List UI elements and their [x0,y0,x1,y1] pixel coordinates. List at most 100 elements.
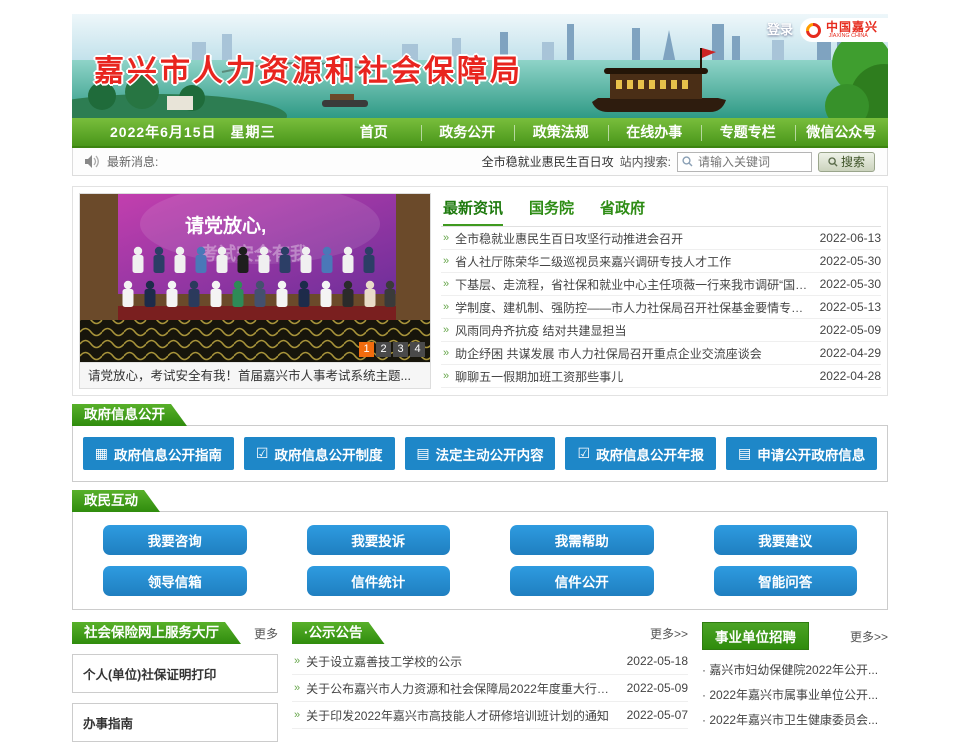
nav-item[interactable]: 专题专栏 [701,118,795,146]
speaker-icon [85,155,99,168]
svg-text:请党放心,: 请党放心, [185,214,266,237]
nav-date: 2022年6月15日星期三 [72,122,327,142]
news-row: » 学制度、建机制、强防控——市人力社保局召开社保基金要情专题学习会 2022-… [441,296,881,319]
interaction-button[interactable]: 信件统计 [307,566,451,596]
jiaxing-logo[interactable]: 中国嘉兴 JIAXING CHINA [800,18,888,42]
news-tab[interactable]: 最新资讯 [443,197,503,226]
announcement-date: 2022-05-07 [627,708,688,722]
announcement-title-link[interactable]: 关于印发2022年嘉兴市高技能人才研修培训班计划的通知 [306,707,616,724]
news-title-link[interactable]: 省人社厅陈荣华二级巡视员来嘉兴调研专技人才工作 [455,253,809,270]
announcement-title-link[interactable]: 关于公布嘉兴市人力资源和社会保障局2022年度重大行政决策事... [306,680,616,697]
carousel-page-button[interactable]: 3 [393,342,408,357]
double-arrow-icon: » [443,255,449,267]
jiaxing-logo-icon [803,19,824,40]
news-title-link[interactable]: 风雨同舟齐抗疫 结对共建显担当 [455,322,809,339]
nav-item[interactable]: 政策法规 [514,118,608,146]
search-icon [828,157,838,167]
carousel-page-button[interactable]: 4 [410,342,425,357]
news-title-link[interactable]: 全市稳就业惠民生百日攻坚行动推进会召开 [455,230,809,247]
news-title-link[interactable]: 聊聊五一假期加班工资那些事儿 [455,368,809,385]
news-title-link[interactable]: 助企纾困 共谋发展 市人力社保局召开重点企业交流座谈会 [455,345,809,362]
nav-item[interactable]: 在线办事 [608,118,702,146]
news-row: » 风雨同舟齐抗疫 结对共建显担当 2022-05-09 [441,319,881,342]
weekday-text: 星期三 [231,124,276,140]
news-date: 2022-05-13 [820,300,881,314]
interaction-button[interactable]: 我要建议 [714,525,858,555]
info-button-label: 政府信息公开指南 [114,444,222,464]
announcement-date: 2022-05-18 [627,654,688,668]
news-row: » 省人社厅陈荣华二级巡视员来嘉兴调研专技人才工作 2022-05-30 [441,250,881,273]
interaction-button[interactable]: 智能问答 [714,566,858,596]
info-disclosure-button[interactable]: ☑ 政府信息公开年报 [565,437,716,470]
search-input[interactable] [677,152,812,172]
interaction-button[interactable]: 领导信箱 [103,566,247,596]
news-date: 2022-06-13 [820,231,881,245]
nav-item[interactable]: 微信公众号 [795,118,889,146]
news-title-link[interactable]: 下基层、走流程，省社保和就业中心主任项薇一行来我市调研“国统”上线情况 [455,276,809,293]
double-arrow-icon: » [294,655,300,667]
carousel-page-button[interactable]: 1 [359,342,374,357]
ticker-label: 最新消息: [107,153,158,170]
announcements-list: » 关于设立嘉善技工学校的公示 2022-05-18 » 关于公布嘉兴市人力资源… [292,648,688,729]
service-item-button[interactable]: 办事指南 [72,703,278,742]
social-insurance-list: 个人(单位)社保证明打印办事指南 [72,654,278,742]
nav-item[interactable]: 首页 [327,118,421,146]
recruitment-more-link[interactable]: 更多>> [850,628,888,645]
info-disclosure-button[interactable]: ▦ 政府信息公开指南 [83,437,234,470]
nav-item[interactable]: 政务公开 [421,118,515,146]
group-photo-graphic: 请党放心, 考试安全有我 [80,194,430,362]
news-row: » 全市稳就业惠民生百日攻坚行动推进会召开 2022-06-13 [441,227,881,250]
nav-menu: 首页政务公开政策法规在线办事专题专栏微信公众号 [327,118,888,146]
search-label: 站内搜索: [620,153,671,170]
logo-text-en: JIAXING CHINA [829,33,876,38]
search-button[interactable]: 搜索 [818,152,875,172]
hot-keyword-link[interactable]: 全市稳就业惠民生百日攻 [482,153,614,170]
double-arrow-icon: » [443,301,449,313]
bottom-row: 社会保险网上服务大厅 更多 个人(单位)社保证明打印办事指南 ·公示公告 更多>… [72,622,888,742]
news-tab[interactable]: 国务院 [529,197,574,226]
announcement-title-link[interactable]: 关于设立嘉善技工学校的公示 [306,653,616,670]
news-row: » 聊聊五一假期加班工资那些事儿 2022-04-28 [441,365,881,388]
double-arrow-icon: » [443,324,449,336]
service-item-button[interactable]: 个人(单位)社保证明打印 [72,654,278,693]
info-disclosure-button[interactable]: ▤ 法定主动公开内容 [405,437,556,470]
interaction-button[interactable]: 信件公开 [510,566,654,596]
main-nav: 2022年6月15日星期三 首页政务公开政策法规在线办事专题专栏微信公众号 [72,118,888,148]
login-link[interactable]: 登录 [767,19,793,38]
recruitment-header: 事业单位招聘 [702,622,809,650]
announcements-more-link[interactable]: 更多>> [650,625,688,642]
announcements-header: ·公示公告 [292,622,385,644]
social-insurance-more-link[interactable]: 更多 [254,625,278,642]
double-arrow-icon: » [443,347,449,359]
carousel-caption[interactable]: 请党放心，考试安全有我！首届嘉兴市人事考试系统主题... [80,362,430,388]
recruitment-item-link[interactable]: 2022年嘉兴市属事业单位公开... [702,683,888,708]
announcements-panel: ·公示公告 更多>> » 关于设立嘉善技工学校的公示 2022-05-18 » … [292,622,688,742]
news-date: 2022-05-30 [820,277,881,291]
recruitment-item-link[interactable]: 嘉兴市妇幼保健院2022年公开... [702,658,888,683]
announcement-row: » 关于公布嘉兴市人力资源和社会保障局2022年度重大行政决策事... 2022… [292,675,688,702]
info-disclosure-button[interactable]: ▤ 申请公开政府信息 [726,437,877,470]
news-tab[interactable]: 省政府 [600,197,645,226]
social-insurance-panel: 社会保险网上服务大厅 更多 个人(单位)社保证明打印办事指南 [72,622,278,742]
carousel-page-button[interactable]: 2 [376,342,391,357]
main-content-row: 请党放心, 考试安全有我 [72,186,888,396]
carousel-image[interactable]: 请党放心, 考试安全有我 [80,194,430,362]
recruitment-item-link[interactable]: 2022年嘉兴市卫生健康委员会... [702,708,888,733]
news-date: 2022-04-28 [820,369,881,383]
interaction-box: 我要咨询 我要投诉 我需帮助 我要建议领导信箱 信件统计 信件公开 智能问答 [72,511,888,610]
news-title-link[interactable]: 学制度、建机制、强防控——市人力社保局召开社保基金要情专题学习会 [455,299,809,316]
site-title: 嘉兴市人力资源和社会保障局 [94,46,523,90]
interaction-button[interactable]: 我需帮助 [510,525,654,555]
interaction-button[interactable]: 我要咨询 [103,525,247,555]
document-icon: ▤ [416,445,429,462]
svg-text:考试安全有我: 考试安全有我 [200,243,308,264]
double-arrow-icon: » [294,709,300,721]
recruitment-list: 嘉兴市妇幼保健院2022年公开...2022年嘉兴市属事业单位公开...2022… [702,658,888,733]
interaction-button[interactable]: 我要投诉 [307,525,451,555]
double-arrow-icon: » [443,278,449,290]
announcement-row: » 关于设立嘉善技工学校的公示 2022-05-18 [292,648,688,675]
news-tabs: 最新资讯国务院省政府 [441,195,881,227]
header-banner: 嘉兴市人力资源和社会保障局 登录 中国嘉兴 JIAXING CHINA [72,14,888,118]
news-ticker-bar: 最新消息: 全市稳就业惠民生百日攻 站内搜索: 搜索 [72,148,888,176]
info-disclosure-button[interactable]: ☑ 政府信息公开制度 [244,437,395,470]
